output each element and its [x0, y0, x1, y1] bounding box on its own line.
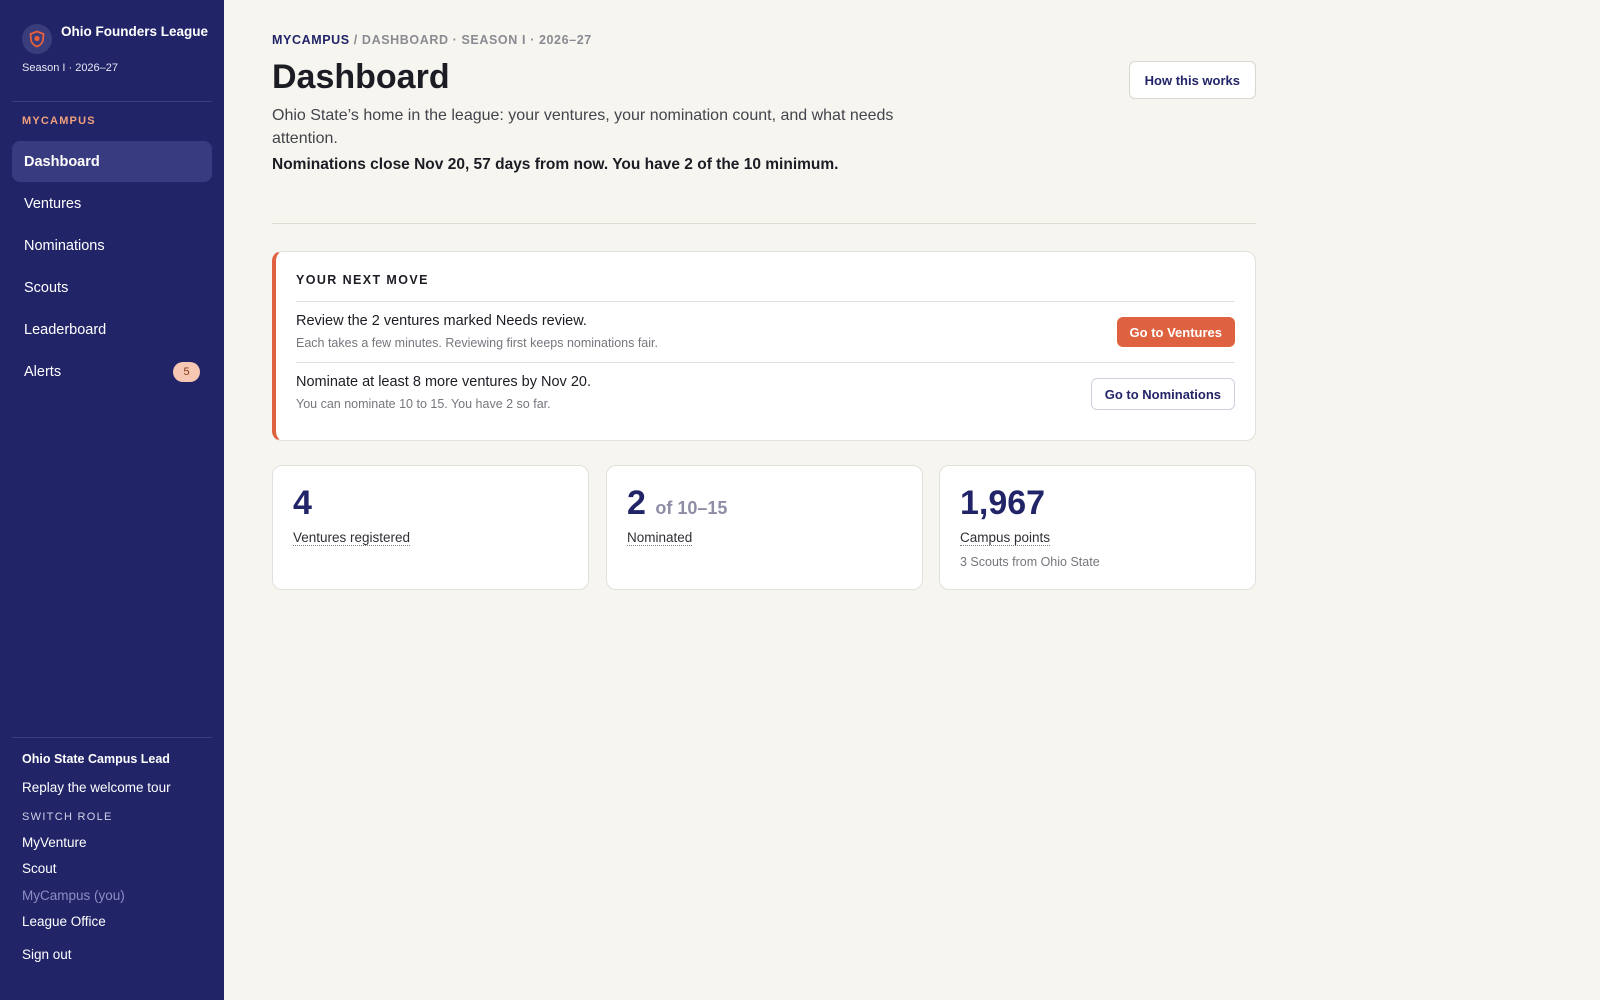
- sidebar-divider: [12, 737, 212, 738]
- stat-subtext: 3 Scouts from Ohio State: [960, 555, 1100, 569]
- next-move-subtext: Each takes a few minutes. Reviewing firs…: [296, 336, 658, 350]
- stat-label: Nominated: [627, 530, 693, 546]
- next-move-row: Review the 2 ventures marked Needs revie…: [296, 301, 1235, 362]
- breadcrumb-root[interactable]: MYCAMPUS: [272, 33, 350, 47]
- page-intro: Ohio State’s home in the league: your ve…: [272, 107, 894, 147]
- sidebar-item-label: Alerts: [24, 363, 62, 380]
- brand: Ohio Founders League Season I · 2026–27: [22, 22, 212, 74]
- role-league-office-link[interactable]: League Office: [22, 914, 212, 929]
- sidebar-item-label: Scouts: [24, 279, 69, 296]
- stat-value: 4: [293, 484, 312, 522]
- sidebar-footer: Ohio State Campus Lead Replay the welcom…: [22, 752, 212, 962]
- stat-suffix: of 10–15: [655, 498, 728, 518]
- alerts-count-badge: 5: [173, 361, 200, 382]
- sidebar: Ohio Founders League Season I · 2026–27 …: [0, 0, 224, 1000]
- stat-label: Ventures registered: [293, 530, 411, 546]
- next-move-text: Review the 2 ventures marked Needs revie…: [296, 313, 587, 329]
- go-to-ventures-button[interactable]: Go to Ventures: [1116, 317, 1235, 347]
- sidebar-item-nominations[interactable]: Nominations: [12, 225, 212, 266]
- page-title: Dashboard: [272, 58, 450, 96]
- replay-tour-link[interactable]: Replay the welcome tour: [22, 780, 212, 795]
- nomination-deadline: Nominations close Nov 20, 57 days from n…: [272, 156, 839, 173]
- section-divider: [272, 223, 1256, 224]
- brand-name: Ohio Founders League: [61, 24, 209, 39]
- how-this-works-button[interactable]: How this works: [1128, 61, 1256, 99]
- go-to-nominations-button[interactable]: Go to Nominations: [1090, 378, 1235, 410]
- stat-card-campus-points: 1,967 Campus points 3 Scouts from Ohio S…: [939, 465, 1256, 590]
- next-move-row: Nominate at least 8 more ventures by Nov…: [296, 362, 1235, 423]
- sidebar-item-dashboard[interactable]: Dashboard: [12, 141, 212, 182]
- sidebar-item-alerts[interactable]: Alerts 5: [12, 351, 212, 392]
- sign-out-link[interactable]: Sign out: [22, 947, 212, 962]
- sidebar-divider: [12, 101, 212, 102]
- stat-card-ventures: 4 Ventures registered: [272, 465, 589, 590]
- user-role-name: Ohio State Campus Lead: [22, 752, 170, 766]
- sidebar-item-label: Leaderboard: [24, 321, 107, 338]
- role-mycampus-current: MyCampus (you): [22, 888, 125, 903]
- brand-season: Season I · 2026–27: [22, 62, 119, 74]
- role-myventure-link[interactable]: MyVenture: [22, 835, 212, 850]
- breadcrumb: MYCAMPUS / DASHBOARD · SEASON I · 2026–2…: [272, 33, 592, 47]
- next-move-title: YOUR NEXT MOVE: [296, 273, 429, 287]
- stat-card-nominated: 2 of 10–15 Nominated: [606, 465, 923, 590]
- league-logo-icon: [22, 24, 52, 54]
- sidebar-item-leaderboard[interactable]: Leaderboard: [12, 309, 212, 350]
- next-move-card: YOUR NEXT MOVE Review the 2 ventures mar…: [272, 251, 1256, 441]
- stat-value: 2 of 10–15: [627, 484, 727, 523]
- nav-section-label: MYCAMPUS: [22, 115, 96, 127]
- sidebar-item-label: Dashboard: [24, 153, 100, 170]
- next-move-text: Nominate at least 8 more ventures by Nov…: [296, 374, 591, 390]
- sidebar-item-scouts[interactable]: Scouts: [12, 267, 212, 308]
- breadcrumb-path: / DASHBOARD · SEASON I · 2026–27: [349, 33, 592, 47]
- stat-value: 1,967: [960, 484, 1046, 522]
- stat-label: Campus points: [960, 530, 1051, 546]
- next-move-subtext: You can nominate 10 to 15. You have 2 so…: [296, 397, 551, 411]
- switch-role-label: SWITCH ROLE: [22, 811, 113, 823]
- role-scout-link[interactable]: Scout: [22, 861, 212, 876]
- sidebar-item-label: Nominations: [24, 237, 105, 254]
- sidebar-item-label: Ventures: [24, 195, 82, 212]
- sidebar-nav: Dashboard Ventures Nominations Scouts Le…: [12, 141, 212, 393]
- sidebar-item-ventures[interactable]: Ventures: [12, 183, 212, 224]
- stat-number: 2: [627, 484, 646, 522]
